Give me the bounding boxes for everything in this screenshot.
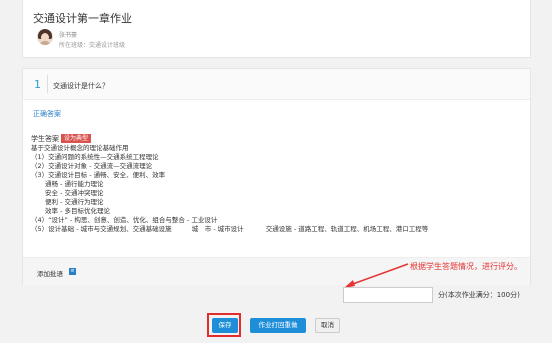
save-button[interactable]: 保存	[212, 318, 238, 333]
student-answer: 学生答案 设为典型 基于交通设计概念的理论基础作用 （1）交通问题的系统性—交通系…	[31, 134, 521, 234]
answer-line: （3）交通设计目标 - 通畅、安全、便利、效率	[31, 171, 166, 179]
class-info: 所在班级：交通设计班级	[59, 42, 126, 49]
answer-line: 便利 - 交通行为理论	[45, 198, 104, 206]
correct-answer-link[interactable]: 正确答案	[33, 109, 61, 119]
student-answer-label: 学生答案	[31, 135, 59, 143]
score-suffix: 分(本次作业满分：100分)	[438, 291, 520, 299]
answer-line: （1）交通问题的系统性—交通系统工程理论	[31, 153, 159, 161]
add-comment-link[interactable]: 添加批语	[37, 268, 63, 278]
score-input[interactable]	[343, 287, 433, 303]
answer-line: 通畅 - 通行能力理论	[45, 180, 104, 188]
answer-line: （2）交通设计对象 - 交通流—交通流理论	[31, 162, 153, 170]
annotation-arrow-icon	[344, 263, 409, 288]
answer-line: （4）“设计” - 构思、创意、创造、优化、组合与整合 - 工业设计	[31, 216, 218, 224]
homework-title: 交通设计第一章作业	[33, 12, 132, 25]
answer-segment: 交通设施 - 道路工程、轨道工程、机场工程、港口工程等	[265, 225, 429, 233]
question-text: 交通设计是什么？	[53, 82, 109, 90]
answer-line: 安全 - 交通冲突理论	[45, 189, 104, 197]
homework-header: 交通设计第一章作业 张书豪 所在班级：交通设计班级	[22, 0, 531, 58]
answer-line: （5）设计基础 - 城市与交通规划、交通基础设施 城 市 - 城市设计 交通设施…	[31, 225, 521, 234]
answer-line: 效率 - 多目标优化理论	[45, 207, 110, 215]
set-typical-button[interactable]: 设为典型	[61, 134, 92, 143]
cancel-button[interactable]: 取消	[315, 318, 340, 333]
teacher-name: 张书豪	[59, 32, 78, 39]
question-header: 1 交通设计是什么？	[23, 69, 530, 100]
divider	[47, 75, 48, 93]
comment-toggle-icon[interactable]: ≡	[69, 268, 76, 275]
question-card: 1 交通设计是什么？ 正确答案 学生答案 设为典型 基于交通设计概念的理论基础作用…	[22, 68, 531, 285]
answer-line: 基于交通设计概念的理论基础作用	[31, 144, 129, 152]
teacher-avatar	[37, 29, 53, 45]
grading-hint: 根据学生答题情况，进行评分。	[410, 262, 522, 271]
answer-segment: 城 市 - 城市设计	[191, 225, 244, 233]
question-number: 1	[34, 78, 41, 91]
return-for-redo-button[interactable]: 作业打回重做	[250, 318, 306, 333]
answer-segment: （5）设计基础 - 城市与交通规划、交通基础设施	[31, 225, 172, 233]
